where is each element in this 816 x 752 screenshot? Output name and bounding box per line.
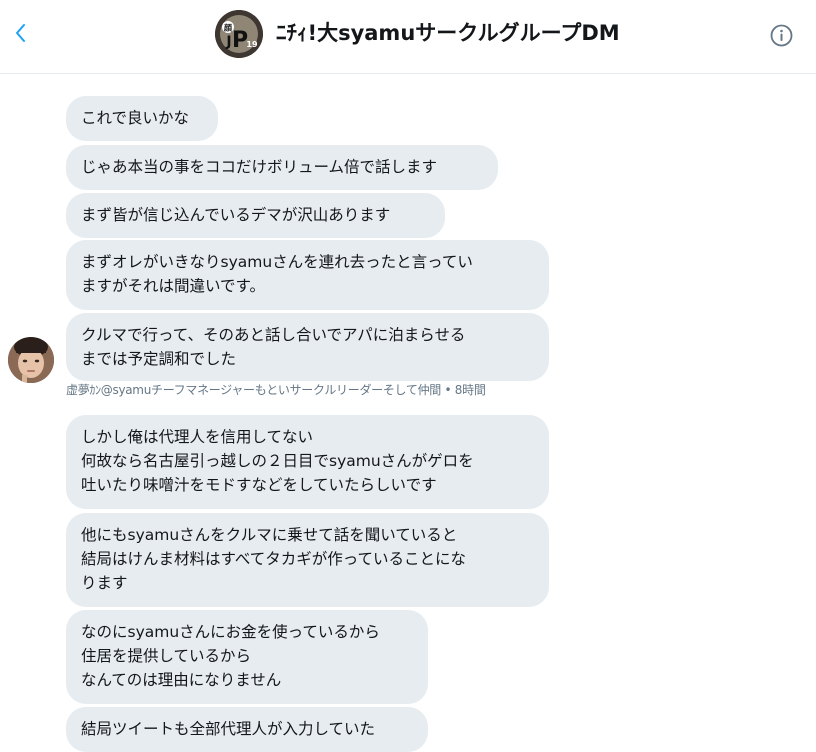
back-button[interactable] xyxy=(8,18,32,48)
message-bubble: 他にもsyamuさんをクルマに乗せて話を聞いていると 結局はけんま材料はすべてタ… xyxy=(66,513,549,607)
message-bubble: まずオレがいきなりsyamuさんを連れ去ったと言ってい ますがそれは間違いです。 xyxy=(66,240,549,310)
conversation-title: ﾆﾁｨ!大syamuサークルグループDM xyxy=(276,21,620,45)
group-avatar[interactable]: 顔 P J 19 xyxy=(215,10,263,58)
sender-avatar[interactable] xyxy=(8,337,54,383)
conversation-header: 顔 P J 19 ﾆﾁｨ!大syamuサークルグループDM xyxy=(0,0,816,74)
message-list[interactable]: これで良いかな じゃあ本当の事をココだけボリューム倍で話します まず皆が信じ込ん… xyxy=(0,75,816,752)
svg-text:19: 19 xyxy=(246,40,258,49)
message-bubble: じゃあ本当の事をココだけボリューム倍で話します xyxy=(66,145,498,190)
info-button[interactable] xyxy=(770,24,793,47)
message-bubble: 結局ツイートも全部代理人が入力していた xyxy=(66,707,428,752)
message-bubble: しかし俺は代理人を信用してない 何故なら名古屋引っ越しの２日目でsyamuさんが… xyxy=(66,415,549,509)
message-bubble: まず皆が信じ込んでいるデマが沢山あります xyxy=(66,193,445,238)
message-bubble: これで良いかな xyxy=(66,96,218,141)
sender-meta: 虚夢ｶﾝ@syamuチーフマネージャーもといサークルリーダーそして仲間 • 8時… xyxy=(66,383,486,397)
svg-text:J: J xyxy=(225,34,231,50)
chevron-left-icon xyxy=(16,24,25,42)
message-bubble: クルマで行って、そのあと話し合いでアパに泊まらせる までは予定調和でした xyxy=(66,313,549,381)
message-bubble: なのにsyamuさんにお金を使っているから 住居を提供しているから なんてのは理… xyxy=(66,610,428,704)
group-avatar-image: 顔 P J 19 xyxy=(215,10,263,58)
info-circle-icon xyxy=(770,24,793,47)
sender-avatar-image xyxy=(8,337,54,383)
